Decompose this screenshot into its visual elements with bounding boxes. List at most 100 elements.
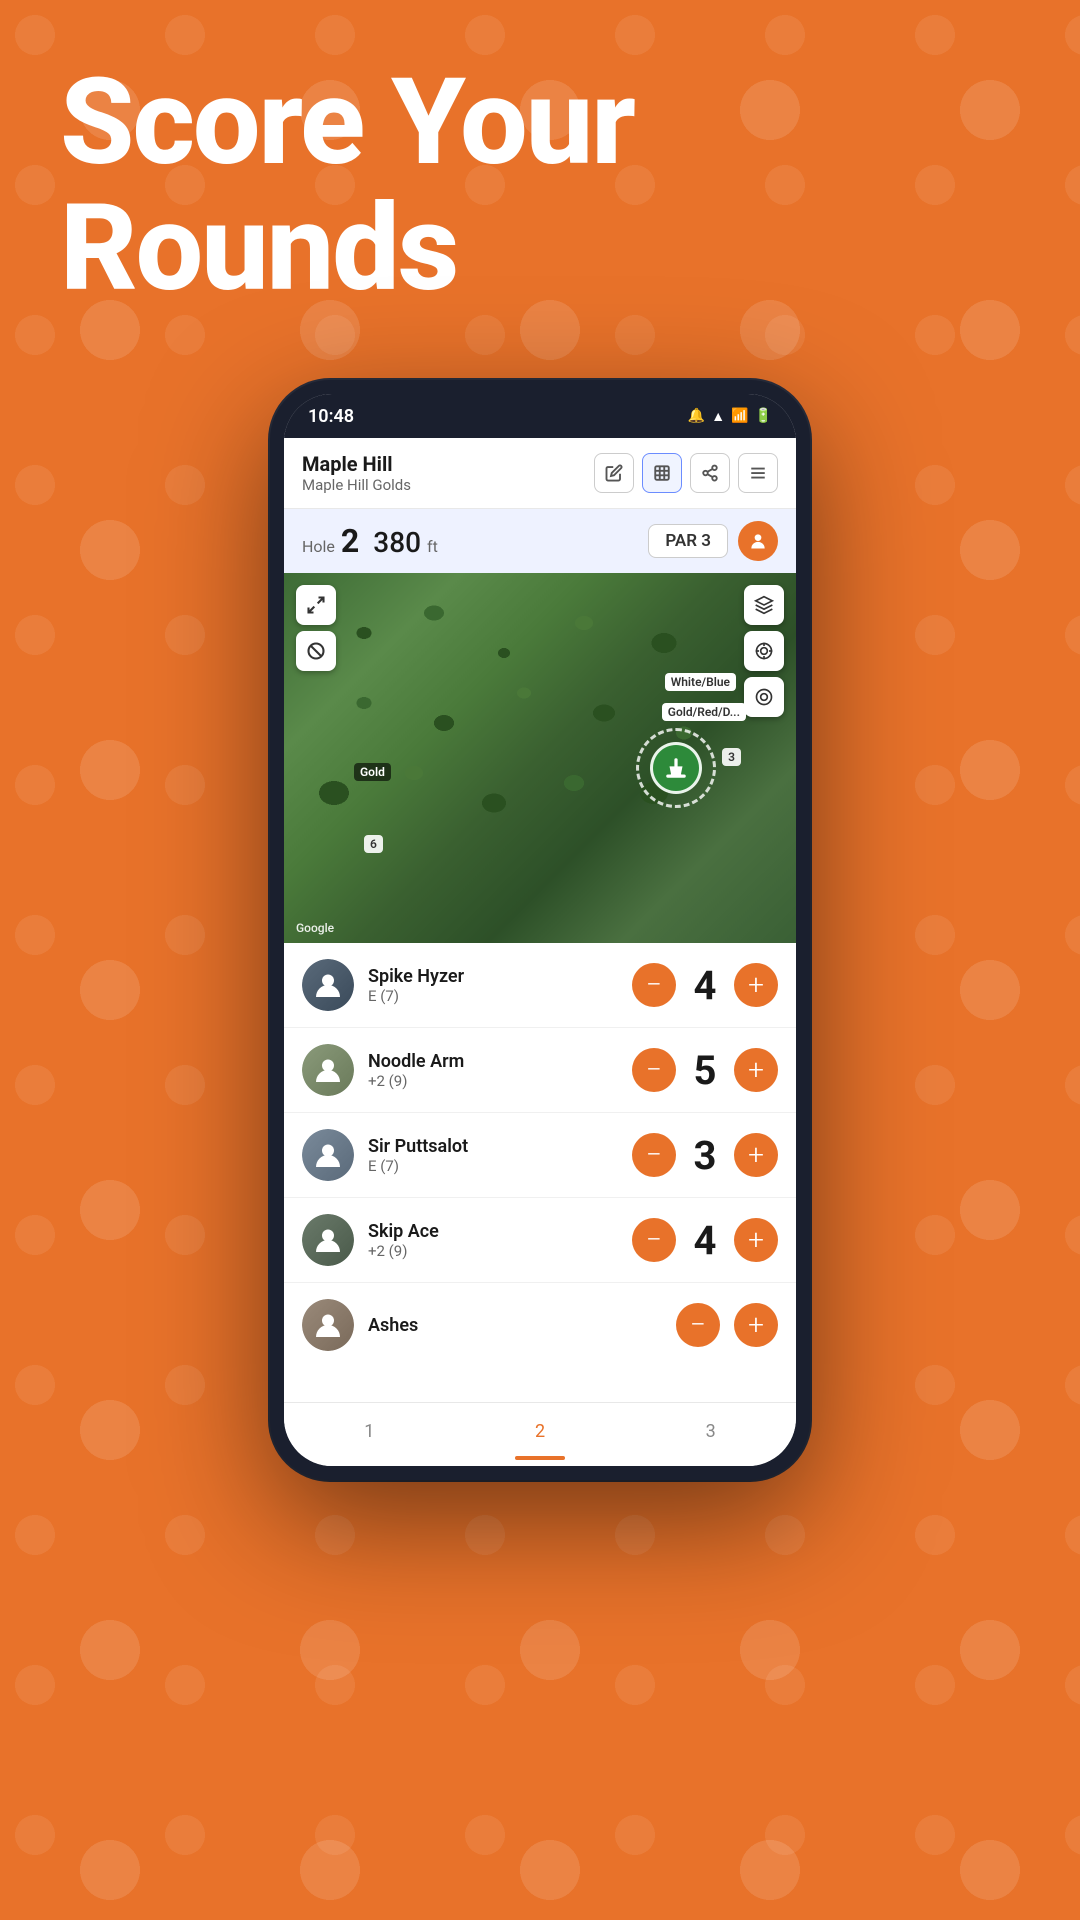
hole-info: Hole 2 380 ft (302, 522, 438, 560)
map-area[interactable]: White/Blue Gold/Red/D... Gold 6 3 (284, 573, 796, 943)
map-label-white-blue: White/Blue (665, 673, 736, 691)
menu-button[interactable] (738, 453, 778, 493)
status-bar: 10:48 🔔 ▲ 📶 🔋 (284, 394, 796, 438)
phone-mockup: 10:48 🔔 ▲ 📶 🔋 Maple Hill Maple Hill Gold… (270, 380, 810, 1480)
score-increase-2[interactable]: + (734, 1048, 778, 1092)
avatar-img-3 (302, 1129, 354, 1181)
player-info-3: Sir Puttsalot E (7) (368, 1136, 618, 1175)
signal-icon: 📶 (731, 408, 748, 424)
player-avatar-4 (302, 1214, 354, 1266)
target-button-2[interactable] (744, 677, 784, 717)
score-decrease-1[interactable]: − (632, 963, 676, 1007)
score-value-4: 4 (690, 1217, 720, 1264)
hole-label: Hole (302, 537, 335, 556)
layers-button[interactable] (744, 585, 784, 625)
player-row: Spike Hyzer E (7) − 4 + (284, 943, 796, 1028)
target-button-1[interactable] (744, 631, 784, 671)
locate-button[interactable] (738, 521, 778, 561)
map-label-3: 3 (722, 748, 741, 766)
status-icons: 🔔 ▲ 📶 🔋 (688, 408, 772, 425)
hole-distance: 380 (373, 526, 421, 559)
player-info-2: Noodle Arm +2 (9) (368, 1051, 618, 1090)
notification-icon: 🔔 (688, 408, 705, 424)
score-increase-5[interactable]: + (734, 1303, 778, 1347)
player-name-1: Spike Hyzer (368, 966, 618, 987)
player-row-partial: Ashes − + (284, 1283, 796, 1367)
hole-right: PAR 3 (648, 521, 778, 561)
player-row: Skip Ace +2 (9) − 4 + (284, 1198, 796, 1283)
nav-tab-2[interactable]: 2 (455, 1417, 626, 1446)
basket-target (636, 728, 716, 808)
player-avatar-2 (302, 1044, 354, 1096)
course-name: Maple Hill (302, 452, 411, 476)
score-list: Spike Hyzer E (7) − 4 + (284, 943, 796, 1402)
score-value-3: 3 (690, 1132, 720, 1179)
map-satellite: White/Blue Gold/Red/D... Gold 6 3 (284, 573, 796, 943)
app-header: Maple Hill Maple Hill Golds (284, 438, 796, 509)
hole-number: 2 (341, 522, 359, 560)
status-time: 10:48 (308, 406, 354, 427)
hole-unit: ft (427, 537, 438, 556)
player-avatar-1 (302, 959, 354, 1011)
headline: Score Your Rounds (60, 60, 634, 312)
avatar-img-4 (302, 1214, 354, 1266)
score-controls-2: − 5 + (632, 1047, 778, 1094)
player-name-3: Sir Puttsalot (368, 1136, 618, 1157)
player-score-info-2: +2 (9) (368, 1072, 618, 1090)
no-cursor-button[interactable] (296, 631, 336, 671)
expand-button[interactable] (296, 585, 336, 625)
player-score-info-3: E (7) (368, 1157, 618, 1175)
avatar-img-2 (302, 1044, 354, 1096)
map-controls-right (744, 585, 784, 717)
phone-screen: 10:48 🔔 ▲ 📶 🔋 Maple Hill Maple Hill Gold… (284, 394, 796, 1466)
score-increase-3[interactable]: + (734, 1133, 778, 1177)
headline-line1: Score Your (60, 60, 634, 186)
score-controls-1: − 4 + (632, 962, 778, 1009)
hole-bar: Hole 2 380 ft PAR 3 (284, 509, 796, 573)
map-label-gold: Gold (354, 763, 391, 781)
par-badge[interactable]: PAR 3 (648, 524, 728, 558)
score-controls-4: − 4 + (632, 1217, 778, 1264)
player-name-4: Skip Ace (368, 1221, 618, 1242)
nav-tab-3[interactable]: 3 (625, 1417, 796, 1446)
score-controls-5: − + (676, 1303, 778, 1347)
course-tees: Maple Hill Golds (302, 476, 411, 494)
score-controls-3: − 3 + (632, 1132, 778, 1179)
course-info: Maple Hill Maple Hill Golds (302, 452, 411, 494)
player-avatar-3 (302, 1129, 354, 1181)
player-row: Noodle Arm +2 (9) − 5 + (284, 1028, 796, 1113)
score-decrease-2[interactable]: − (632, 1048, 676, 1092)
player-row: Sir Puttsalot E (7) − 3 + (284, 1113, 796, 1198)
map-label-gold-red: Gold/Red/D... (662, 703, 746, 721)
score-decrease-3[interactable]: − (632, 1133, 676, 1177)
avatar-img-1 (302, 959, 354, 1011)
map-label-6: 6 (364, 835, 383, 853)
header-buttons (594, 453, 778, 493)
player-info-4: Skip Ace +2 (9) (368, 1221, 618, 1260)
player-score-info-1: E (7) (368, 987, 618, 1005)
battery-icon: 🔋 (755, 408, 772, 424)
edit-button[interactable] (594, 453, 634, 493)
player-name-5: Ashes (368, 1315, 662, 1336)
score-decrease-4[interactable]: − (632, 1218, 676, 1262)
player-score-info-4: +2 (9) (368, 1242, 618, 1260)
score-decrease-5[interactable]: − (676, 1303, 720, 1347)
share-button[interactable] (690, 453, 730, 493)
map-google-label: Google (296, 921, 334, 935)
player-info-1: Spike Hyzer E (7) (368, 966, 618, 1005)
nav-tab-1[interactable]: 1 (284, 1417, 455, 1446)
wifi-icon: ▲ (711, 408, 725, 425)
player-avatar-5 (302, 1299, 354, 1351)
headline-line2: Rounds (60, 186, 634, 312)
player-info-5: Ashes (368, 1315, 662, 1336)
phone-outer: 10:48 🔔 ▲ 📶 🔋 Maple Hill Maple Hill Gold… (270, 380, 810, 1480)
score-value-1: 4 (690, 962, 720, 1009)
scorecard-button[interactable] (642, 453, 682, 493)
basket-circle-inner (650, 742, 702, 794)
score-increase-4[interactable]: + (734, 1218, 778, 1262)
score-value-2: 5 (690, 1047, 720, 1094)
avatar-img-5 (302, 1299, 354, 1351)
player-name-2: Noodle Arm (368, 1051, 618, 1072)
score-increase-1[interactable]: + (734, 963, 778, 1007)
bottom-nav: 1 2 3 (284, 1402, 796, 1466)
